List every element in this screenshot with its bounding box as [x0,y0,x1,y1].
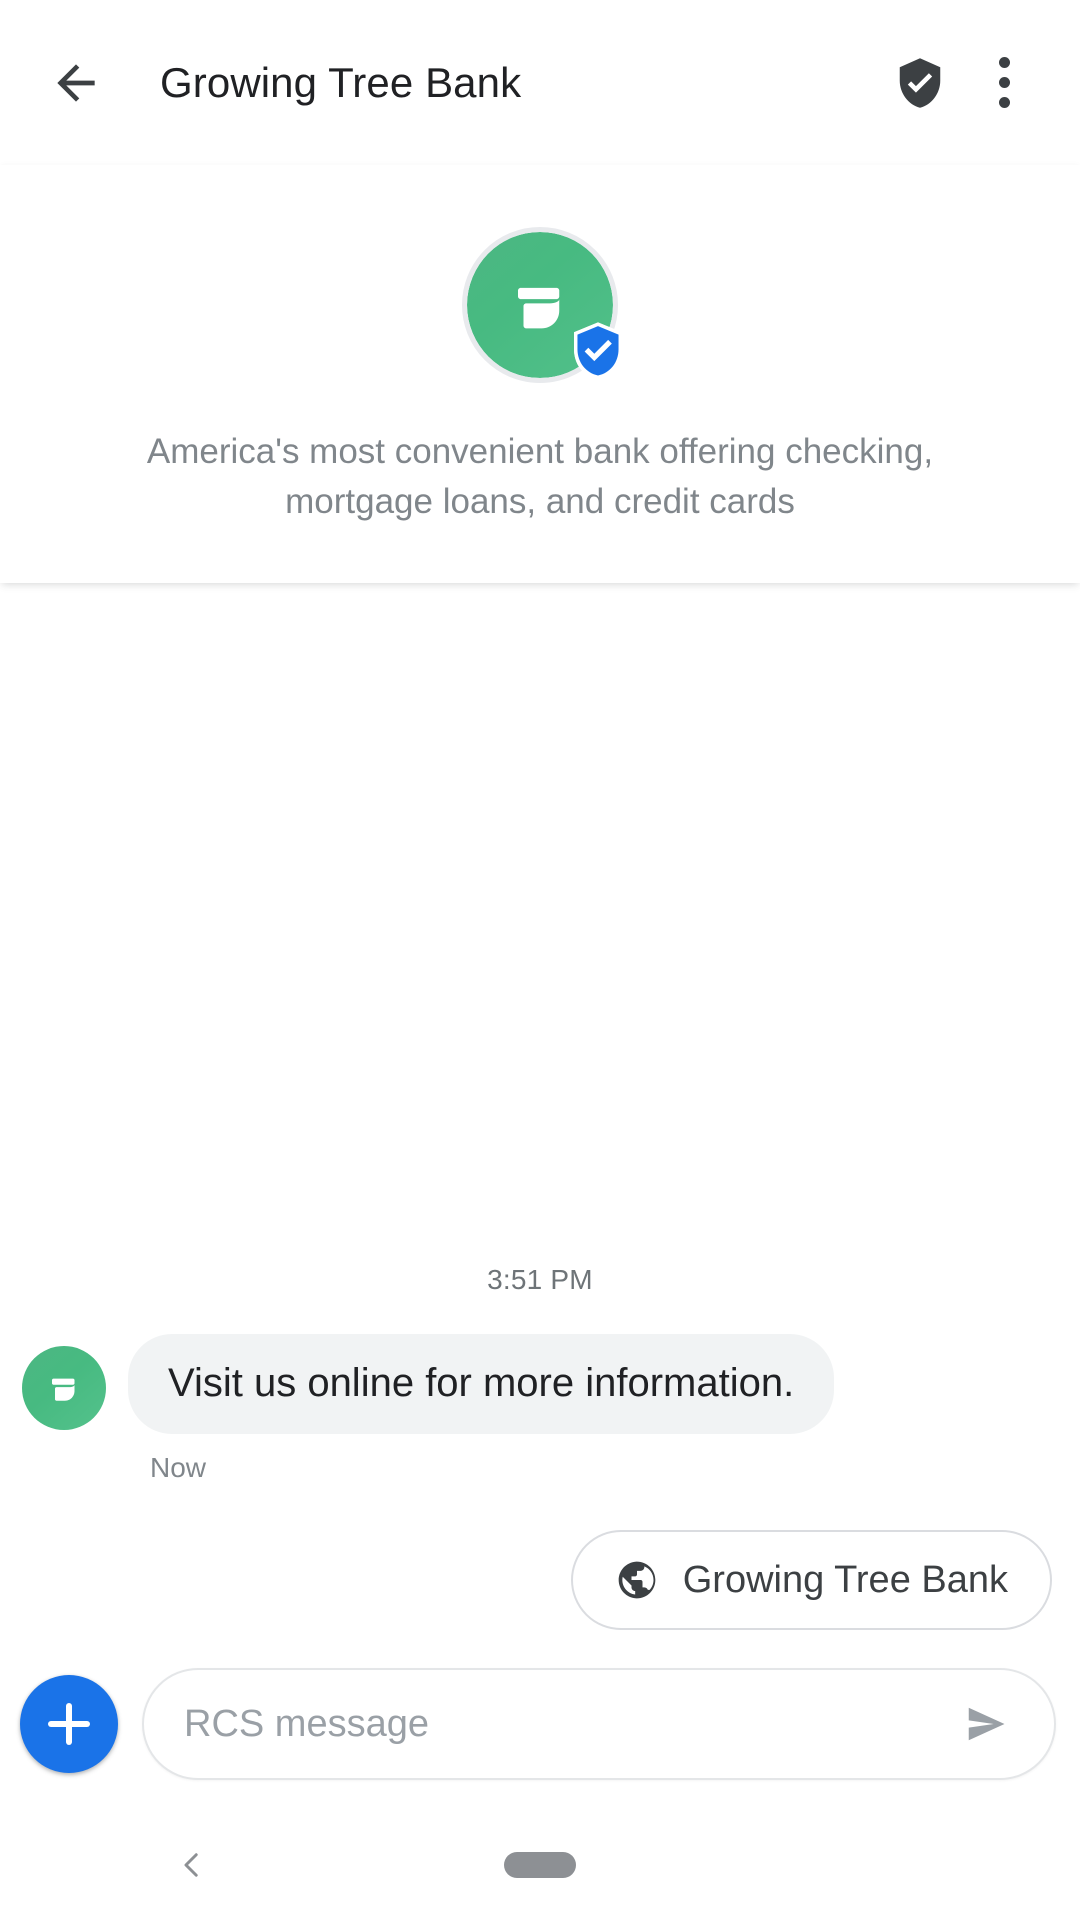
message-thread: 3:51 PM Visit us online for more informa… [0,583,1080,1634]
business-info-card: America's most convenient bank offering … [0,165,1080,583]
shield-check-icon [899,57,941,108]
system-home-pill[interactable] [504,1852,576,1878]
thread-timestamp: 3:51 PM [487,1264,593,1295]
send-icon [968,1707,1005,1741]
arrow-left-icon [57,63,95,102]
overflow-menu-button[interactable] [962,41,1046,125]
more-vert-icon-dot [998,77,1010,88]
rcs-message-input[interactable] [184,1702,946,1746]
suggested-chip-label: Growing Tree Bank [682,1558,1008,1601]
suggested-chip-open-website[interactable]: Growing Tree Bank [570,1530,1052,1630]
back-button[interactable] [40,47,112,119]
globe-icon [618,1561,656,1599]
sender-avatar[interactable] [22,1346,106,1430]
more-vert-icon-dot [998,57,1010,68]
message-row: Visit us online for more information. No… [0,1334,1080,1484]
message-input-container[interactable] [142,1668,1056,1780]
system-back-button[interactable] [160,1835,220,1895]
message-bubble[interactable]: Visit us online for more information. [128,1334,835,1434]
messages-conversation-screen: Growing Tree Bank America's most conveni… [0,0,1080,1920]
send-button[interactable] [946,1685,1024,1763]
verified-badge [570,321,626,381]
attach-button[interactable] [20,1675,118,1773]
message-status: Now [150,1452,207,1483]
app-bar: Growing Tree Bank [0,0,1080,165]
chevron-left-icon [184,1853,198,1877]
verified-shield-badge-icon [574,322,622,380]
page-title: Growing Tree Bank [160,58,522,106]
business-avatar[interactable] [462,227,622,383]
suggested-actions: Growing Tree Bank [0,1484,1080,1630]
compose-bar [0,1634,1080,1810]
system-navigation-bar [0,1810,1080,1920]
more-vert-icon-dot [998,97,1010,108]
verified-business-button[interactable] [878,41,962,125]
business-description: America's most convenient bank offering … [146,432,934,521]
message-column: Visit us online for more information. No… [128,1334,835,1484]
leaf-logo-icon [52,1378,75,1401]
